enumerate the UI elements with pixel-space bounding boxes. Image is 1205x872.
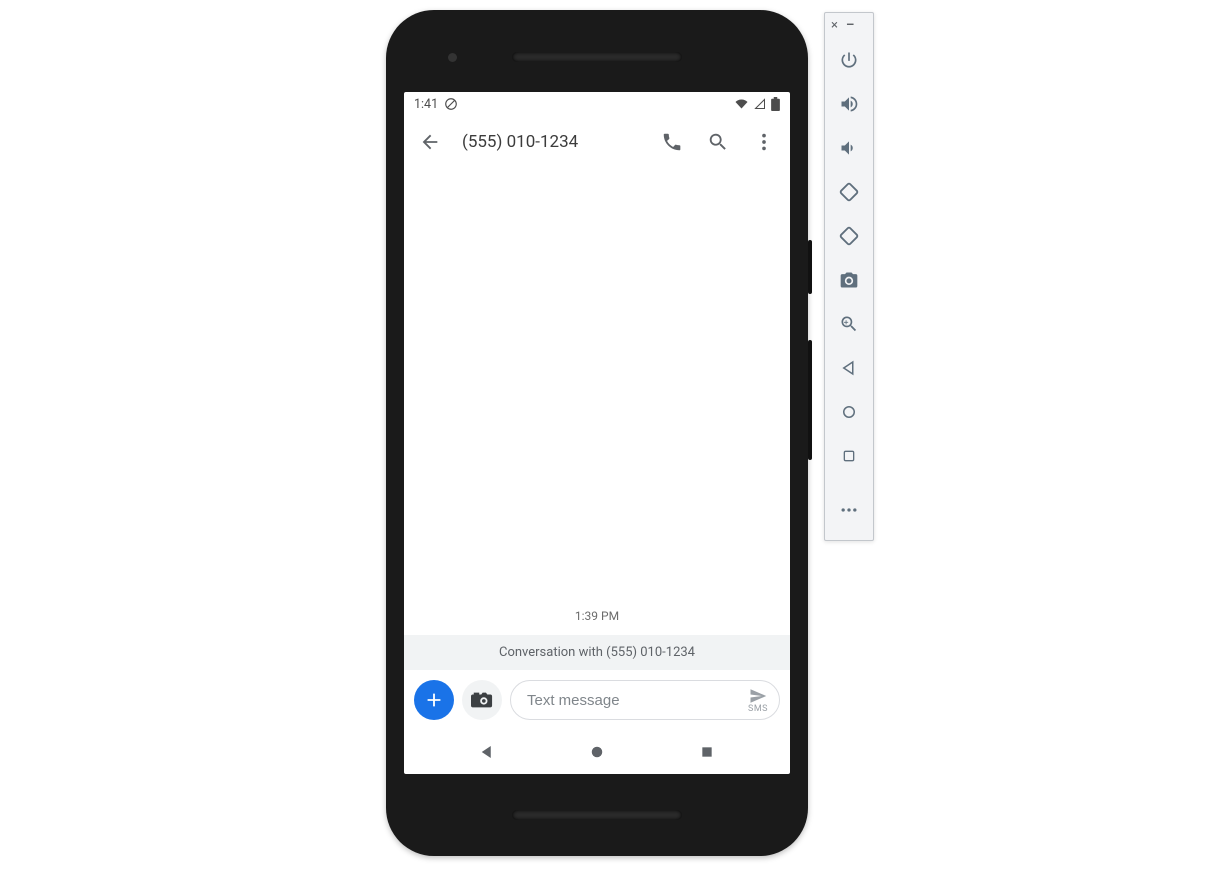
emulator-back-button[interactable] — [831, 350, 867, 386]
device-frame: 1:41 (555) — [386, 10, 808, 856]
nav-recents-button[interactable] — [694, 739, 720, 765]
front-camera-dot — [448, 53, 457, 62]
search-button[interactable] — [704, 128, 732, 156]
app-bar: (555) 010-1234 — [404, 116, 790, 168]
battery-icon — [771, 97, 780, 111]
back-button[interactable] — [416, 128, 444, 156]
nav-home-button[interactable] — [584, 739, 610, 765]
emulator-power-button[interactable] — [831, 42, 867, 78]
call-button[interactable] — [658, 128, 686, 156]
device-power-button — [808, 240, 812, 294]
emulator-more-button[interactable] — [831, 492, 867, 528]
cell-signal-icon — [753, 98, 767, 110]
compose-row: SMS — [404, 670, 790, 730]
emulator-overview-button[interactable] — [831, 438, 867, 474]
conversation-banner: Conversation with (555) 010-1234 — [404, 635, 790, 670]
emulator-close-button[interactable]: × — [831, 19, 838, 32]
send-sublabel: SMS — [748, 705, 768, 714]
status-bar: 1:41 — [404, 92, 790, 116]
send-button[interactable]: SMS — [747, 687, 769, 714]
emulator-volume-up-button[interactable] — [831, 86, 867, 122]
emulator-minimize-button[interactable]: – — [846, 19, 854, 32]
device-screen: 1:41 (555) — [404, 92, 790, 774]
camera-gallery-button[interactable] — [462, 680, 502, 720]
android-nav-bar — [404, 730, 790, 774]
do-not-disturb-icon — [444, 97, 458, 111]
emulator-screenshot-button[interactable] — [831, 262, 867, 298]
emulator-side-toolbar: × – — [824, 12, 874, 541]
emulator-home-button[interactable] — [831, 394, 867, 430]
status-time: 1:41 — [414, 97, 438, 112]
emulator-rotate-right-button[interactable] — [831, 218, 867, 254]
conversation-title: (555) 010-1234 — [462, 132, 640, 152]
emulator-volume-down-button[interactable] — [831, 130, 867, 166]
emulator-zoom-button[interactable] — [831, 306, 867, 342]
device-volume-rocker — [808, 340, 812, 460]
conversation-scroll-area[interactable]: 1:39 PM — [404, 168, 790, 635]
wifi-icon — [734, 98, 749, 110]
message-timestamp: 1:39 PM — [404, 609, 790, 623]
compose-pill: SMS — [510, 680, 780, 720]
more-options-button[interactable] — [750, 128, 778, 156]
message-input[interactable] — [527, 692, 747, 709]
nav-back-button[interactable] — [474, 739, 500, 765]
emulator-rotate-left-button[interactable] — [831, 174, 867, 210]
attach-add-button[interactable] — [414, 680, 454, 720]
